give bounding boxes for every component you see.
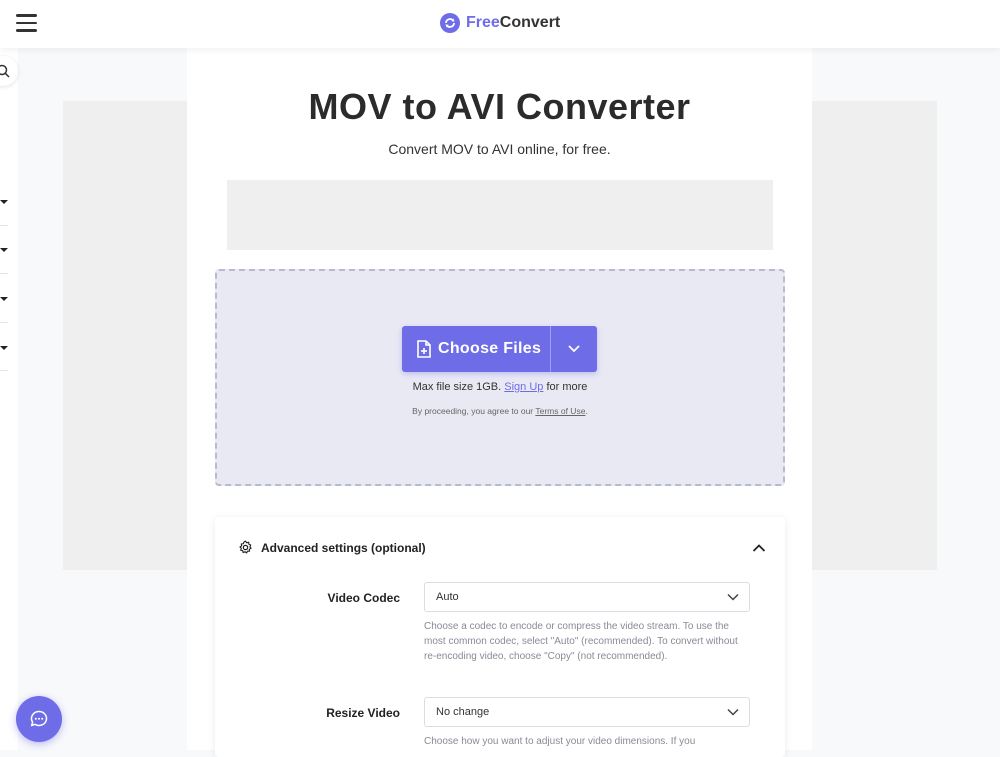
max-file-size-note: Max file size 1GB. Sign Up for more: [412, 381, 588, 393]
chevron-down-icon: [727, 593, 739, 601]
video-codec-select[interactable]: Auto: [424, 582, 750, 612]
sidebar-divider: [0, 370, 8, 371]
choose-files-label: Choose Files: [438, 340, 542, 357]
ad-placeholder-right: [812, 101, 937, 570]
resize-video-select[interactable]: No change: [424, 697, 750, 727]
sidebar-chevron-icon[interactable]: [0, 346, 8, 350]
freeconvert-logo-icon: [440, 13, 460, 33]
search-icon: [0, 64, 10, 78]
resize-video-help: Choose how you want to adjust your video…: [424, 736, 696, 747]
chat-button[interactable]: [16, 696, 62, 742]
sidebar-chevron-icon[interactable]: [0, 297, 8, 301]
file-dropzone[interactable]: [215, 269, 785, 486]
gear-icon: [239, 540, 252, 554]
page-subtitle: Convert MOV to AVI online, for free.: [388, 141, 611, 157]
sidebar-divider: [0, 322, 8, 323]
sidebar: [0, 48, 18, 750]
page-title: MOV to AVI Converter: [308, 86, 691, 127]
sidebar-divider: [0, 225, 8, 226]
chevron-up-icon[interactable]: [752, 543, 766, 553]
resize-video-value: No change: [436, 706, 490, 718]
terms-note: By proceeding, you agree to our Terms of…: [412, 406, 588, 416]
ad-placeholder-top: [227, 180, 773, 250]
video-codec-help: Choose a codec to encode or compress the…: [424, 621, 738, 662]
chat-icon: [30, 710, 48, 727]
file-plus-icon: [417, 340, 431, 358]
advanced-settings-label: Advanced settings (optional): [261, 540, 426, 555]
sidebar-chevron-icon[interactable]: [0, 248, 8, 252]
choose-files-main[interactable]: Choose Files: [402, 326, 551, 372]
sign-up-link[interactable]: Sign Up: [504, 381, 543, 393]
sidebar-divider: [0, 273, 8, 274]
chevron-down-icon: [568, 345, 580, 353]
sidebar-chevron-icon[interactable]: [0, 200, 8, 204]
advanced-settings-header[interactable]: Advanced settings (optional): [238, 540, 426, 555]
logo-text: FreeConvert: [466, 14, 561, 31]
video-codec-label: Video Codec: [327, 591, 400, 605]
top-bar: FreeConvert: [0, 0, 1000, 48]
resize-video-label: Resize Video: [326, 706, 400, 720]
logo[interactable]: FreeConvert: [440, 13, 560, 33]
choose-files-button[interactable]: Choose Files: [402, 326, 597, 372]
chevron-down-icon: [727, 708, 739, 716]
terms-of-use-link[interactable]: Terms of Use: [535, 406, 585, 416]
hamburger-icon[interactable]: [16, 14, 37, 32]
video-codec-value: Auto: [436, 591, 459, 603]
ad-placeholder-left: [63, 101, 187, 570]
choose-files-dropdown[interactable]: [551, 326, 597, 372]
